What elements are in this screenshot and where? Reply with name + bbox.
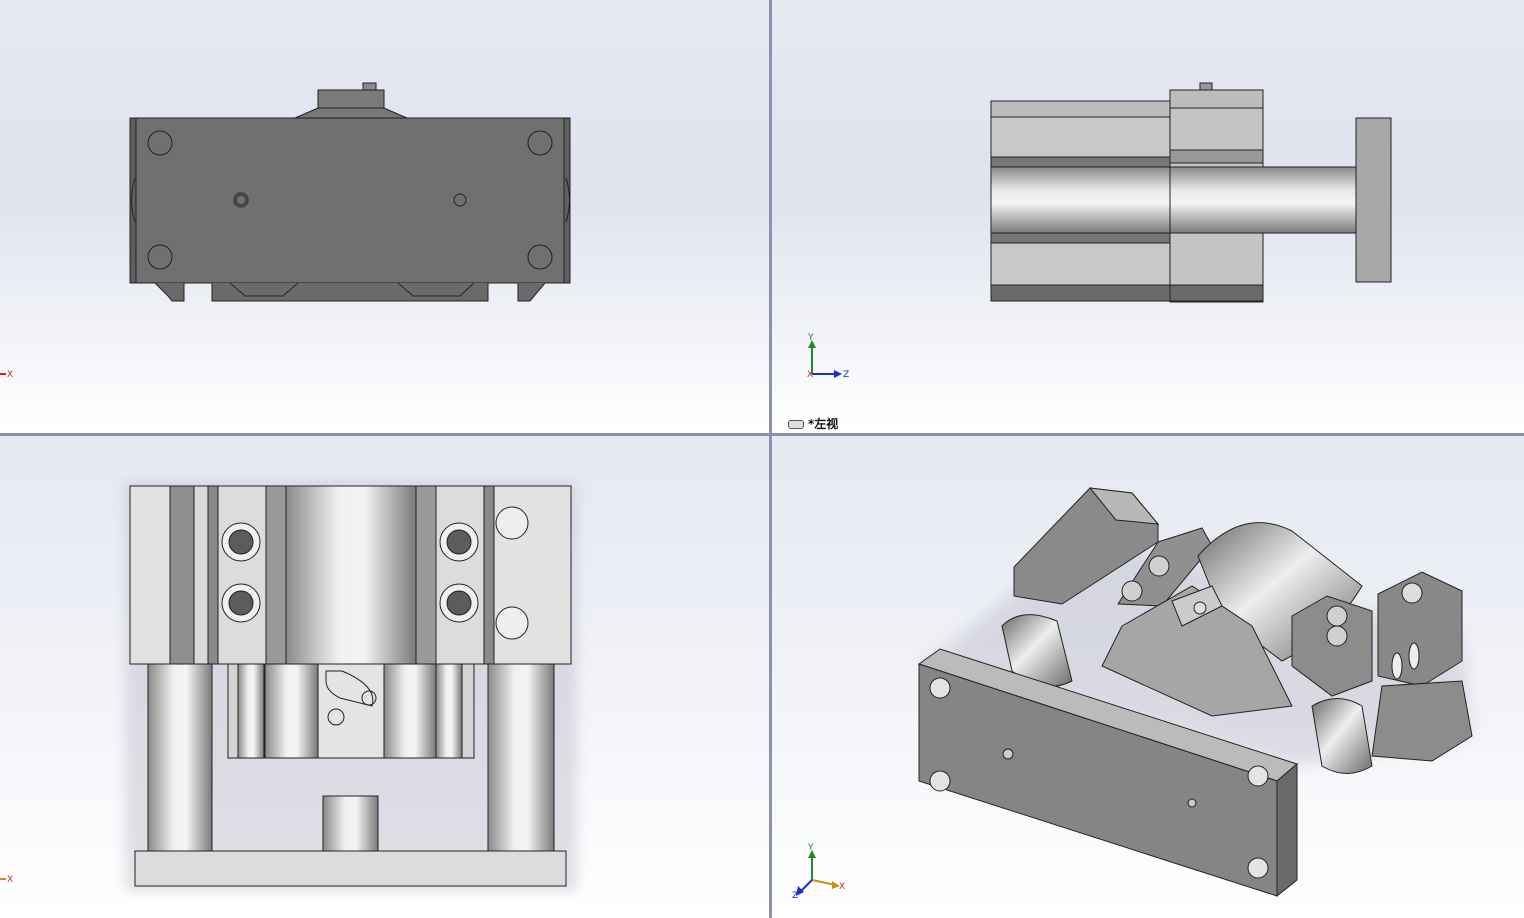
left-view-canvas: Y Z X (772, 0, 1524, 433)
viewport-title-row: *左视 (788, 415, 838, 432)
viewport-front-view[interactable]: X (0, 0, 769, 433)
top-view-canvas: X (0, 436, 769, 918)
front-view-canvas: X (0, 0, 769, 433)
viewport-title: *左视 (808, 417, 839, 431)
isometric-view-canvas: Y X Z (772, 436, 1524, 918)
axis-y-label: Y (807, 843, 814, 853)
viewport-divider-horizontal[interactable] (0, 433, 1524, 436)
viewport-isometric-view[interactable]: Y X Z (772, 436, 1524, 918)
viewport-divider-vertical[interactable] (769, 0, 772, 918)
viewport-top-view[interactable]: X (0, 436, 769, 918)
axis-x-label: X (807, 370, 813, 380)
viewport-left-view[interactable]: Y Z X *左视 (772, 0, 1524, 433)
axis-z-label: Z (792, 891, 798, 901)
axis-x-label: X (7, 875, 13, 885)
axis-x-label: X (7, 370, 13, 380)
axis-y-label: Y (807, 333, 814, 343)
top-view-part[interactable] (129, 485, 572, 887)
view-link-icon[interactable] (788, 420, 804, 429)
axis-x-label: X (839, 882, 845, 892)
axis-z-label: Z (843, 370, 849, 380)
